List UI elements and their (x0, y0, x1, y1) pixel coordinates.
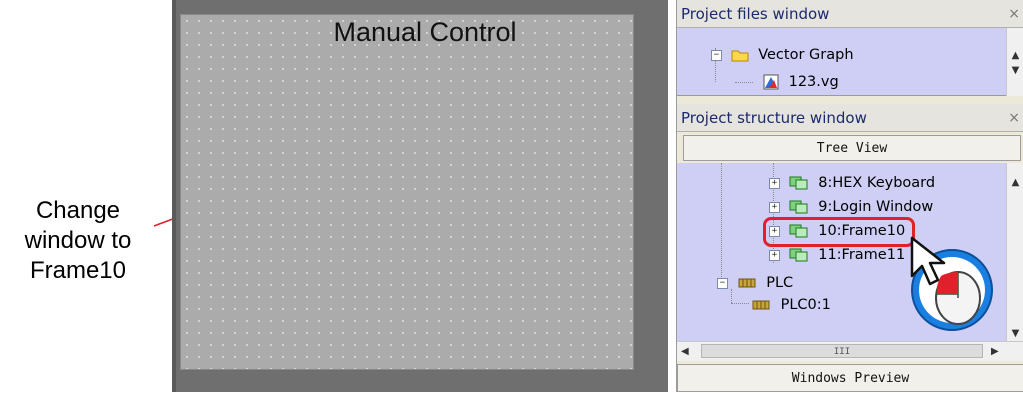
canvas-title-text: Manual Control (333, 17, 517, 47)
window-icon (789, 248, 808, 262)
annotation-text: Change window to Frame10 (24, 197, 132, 284)
window-icon (789, 200, 808, 214)
project-files-window-title[interactable]: Project files window × (677, 0, 1023, 28)
tree-item-label: 11:Frame11 (818, 247, 906, 263)
tree-item-hex-keyboard[interactable]: + 8:HEX Keyboard (769, 171, 935, 195)
project-structure-title-text: Project structure window (681, 109, 867, 127)
project-files-title-text: Project files window (681, 5, 830, 23)
windows-preview-tab[interactable]: Windows Preview (677, 364, 1023, 392)
close-icon[interactable]: × (1008, 0, 1020, 28)
collapse-icon[interactable]: − (717, 277, 728, 289)
tree-item-label: PLC (766, 275, 794, 291)
screen-canvas[interactable] (180, 14, 634, 370)
close-icon[interactable]: × (1008, 104, 1020, 132)
vertical-scrollbar[interactable]: ▲ ▼ (1006, 28, 1023, 96)
plc-icon (752, 300, 770, 310)
tree-view-tab[interactable]: Tree View (683, 135, 1021, 161)
tree-item-123-vg[interactable]: 123.vg (763, 70, 839, 94)
folder-icon (731, 50, 749, 62)
project-files-tree: − Vector Graph 123.vg ▲ ▼ (677, 28, 1023, 96)
expand-icon[interactable]: + (769, 201, 780, 213)
tree-item-label: PLC0:1 (780, 297, 831, 313)
expand-icon[interactable]: + (769, 177, 780, 189)
mouse-cursor-icon (910, 236, 946, 286)
expand-icon[interactable]: + (769, 249, 780, 261)
project-structure-window-title[interactable]: Project structure window × (677, 104, 1023, 132)
window-icon (789, 176, 808, 190)
tree-item-plc0[interactable]: PLC0:1 (751, 293, 831, 317)
tree-item-label: 123.vg (788, 74, 839, 90)
tree-item-vector-graph[interactable]: − Vector Graph (711, 43, 854, 67)
tree-item-label: Vector Graph (758, 47, 854, 63)
tree-item-plc[interactable]: − PLC (717, 271, 793, 295)
vector-graph-file-icon (763, 74, 779, 90)
tree-item-label: 8:HEX Keyboard (818, 175, 936, 191)
plc-icon (738, 278, 756, 288)
tree-item-frame11[interactable]: + 11:Frame11 (769, 243, 905, 267)
tree-item-label: 9:Login Window (818, 199, 934, 215)
tree-item-login-window[interactable]: + 9:Login Window (769, 195, 933, 219)
scroll-left-icon[interactable]: ◀ (681, 346, 689, 357)
collapse-icon[interactable]: − (711, 49, 722, 61)
